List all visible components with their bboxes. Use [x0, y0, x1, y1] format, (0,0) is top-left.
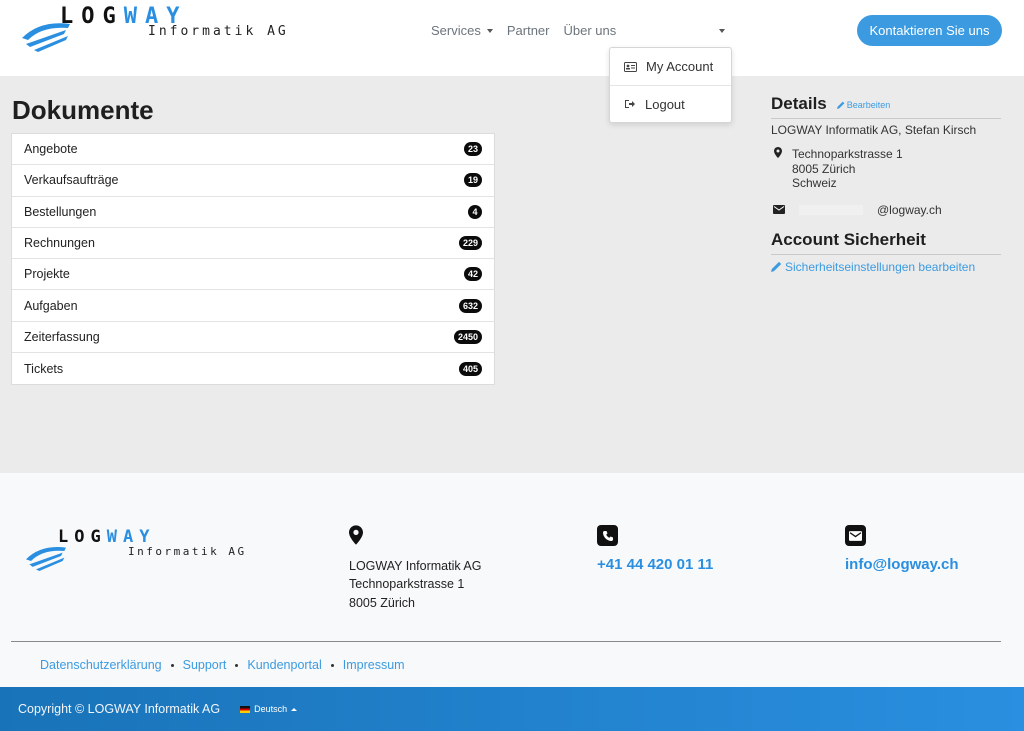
map-marker-icon — [349, 525, 363, 545]
document-label: Aufgaben — [24, 298, 78, 313]
address-block: Technoparkstrasse 1 8005 Zürich Schweiz — [771, 147, 1001, 191]
document-row-aufgaben[interactable]: Aufgaben 632 — [12, 290, 494, 322]
address-line: LOGWAY Informatik AG — [349, 558, 482, 573]
footer-links: Datenschutzerklärung Support Kundenporta… — [40, 658, 405, 672]
document-label: Projekte — [24, 267, 70, 282]
count-badge: 229 — [458, 236, 482, 251]
user-menu-caret-icon[interactable] — [719, 29, 725, 33]
footer-logo[interactable]: LOGWAY Informatik AG — [24, 525, 264, 575]
document-row-projekte[interactable]: Projekte 42 — [12, 259, 494, 291]
edit-details-link[interactable]: Bearbeiten — [836, 100, 891, 110]
count-badge: 42 — [463, 267, 482, 282]
language-selector[interactable]: Deutsch — [240, 704, 298, 714]
email-domain: @logway.ch — [877, 202, 942, 217]
document-label: Verkaufsaufträge — [24, 173, 119, 188]
separator-dot — [235, 663, 239, 667]
link-kundenportal[interactable]: Kundenportal — [247, 658, 321, 672]
document-label: Angebote — [24, 142, 78, 157]
phone-icon — [597, 525, 618, 546]
count-badge: 23 — [463, 142, 482, 157]
details-panel: Details Bearbeiten LOGWAY Informatik AG,… — [771, 94, 1001, 274]
security-settings-link[interactable]: Sicherheitseinstellungen bearbeiten — [771, 260, 1001, 274]
logo-subtitle: Informatik AG — [128, 545, 247, 558]
email-link[interactable]: info@logway.ch — [845, 556, 959, 573]
language-label: Deutsch — [254, 704, 288, 714]
main-nav: Services Partner Über uns — [431, 23, 616, 38]
count-badge: 19 — [463, 173, 482, 188]
count-badge: 4 — [468, 204, 482, 219]
nav-item-ueber-uns[interactable]: Über uns — [564, 23, 617, 38]
address-line: 8005 Zürich — [792, 161, 856, 176]
menu-item-my-account[interactable]: My Account — [610, 48, 731, 85]
details-title: Details — [771, 94, 827, 113]
pencil-icon — [771, 261, 782, 272]
copyright-bar: Copyright © LOGWAY Informatik AG Deutsch — [0, 687, 1024, 731]
user-dropdown-menu: My Account Logout — [609, 47, 732, 123]
envelope-icon — [773, 205, 785, 214]
nav-label: Über uns — [563, 23, 617, 38]
copyright-text: Copyright © LOGWAY Informatik AG — [18, 702, 221, 716]
address-line: Technoparkstrasse 1 — [349, 577, 465, 591]
footer-address: LOGWAY Informatik AG Technoparkstrasse 1… — [349, 525, 481, 612]
site-footer: LOGWAY Informatik AG LOGWAY Informatik A… — [0, 473, 1024, 687]
document-label: Bestellungen — [24, 204, 97, 219]
document-label: Tickets — [24, 361, 64, 376]
document-row-zeiterfassung[interactable]: Zeiterfassung 2450 — [12, 322, 494, 354]
logo-wordmark: LOGWAY — [58, 527, 156, 547]
document-label: Rechnungen — [24, 236, 95, 251]
logo-subtitle: Informatik AG — [148, 24, 289, 39]
german-flag-icon — [240, 705, 251, 713]
document-row-angebote[interactable]: Angebote 23 — [12, 134, 494, 166]
link-datenschutz[interactable]: Datenschutzerklärung — [40, 658, 162, 672]
email-row: @logway.ch — [771, 203, 1001, 217]
contact-button[interactable]: Kontaktieren Sie uns — [857, 15, 1002, 46]
page-title: Dokumente — [12, 95, 154, 125]
redacted-email-user — [799, 204, 863, 215]
address-line: Schweiz — [792, 176, 837, 190]
document-label: Zeiterfassung — [24, 329, 100, 344]
map-marker-icon — [774, 147, 782, 158]
security-link-label: Sicherheitseinstellungen bearbeiten — [785, 259, 976, 274]
count-badge: 632 — [458, 298, 482, 313]
details-header: Details Bearbeiten — [771, 94, 1001, 119]
site-header: LOGWAY Informatik AG Services Partner Üb… — [0, 0, 1024, 76]
link-support[interactable]: Support — [183, 658, 227, 672]
caret-down-icon — [486, 28, 493, 33]
count-badge: 405 — [458, 361, 482, 376]
envelope-icon — [845, 525, 866, 546]
count-badge: 2450 — [453, 329, 482, 344]
footer-email: info@logway.ch — [845, 525, 959, 573]
logway-logo[interactable]: LOGWAY Informatik AG — [20, 4, 300, 56]
nav-label: Partner — [506, 23, 550, 38]
security-title: Account Sicherheit — [771, 230, 1001, 255]
address-line: 8005 Zürich — [349, 595, 416, 610]
document-list: Angebote 23 Verkaufsaufträge 19 Bestellu… — [11, 133, 495, 386]
caret-up-icon — [291, 707, 298, 711]
menu-item-logout[interactable]: Logout — [610, 85, 731, 122]
logout-icon — [625, 100, 635, 108]
footer-phone: +41 44 420 01 11 — [597, 525, 713, 573]
address-line: Technoparkstrasse 1 — [792, 147, 903, 161]
phone-link[interactable]: +41 44 420 01 11 — [597, 556, 713, 573]
separator-dot — [170, 663, 174, 667]
nav-item-partner[interactable]: Partner — [507, 23, 550, 38]
main-content: Dokumente Angebote 23 Verkaufsaufträge 1… — [0, 76, 1024, 473]
id-card-icon — [624, 61, 637, 72]
footer-divider — [11, 641, 1001, 642]
separator-dot — [330, 663, 334, 667]
document-row-rechnungen[interactable]: Rechnungen 229 — [12, 228, 494, 260]
link-impressum[interactable]: Impressum — [343, 658, 405, 672]
document-row-tickets[interactable]: Tickets 405 — [12, 353, 494, 384]
edit-label: Bearbeiten — [846, 100, 891, 110]
document-row-verkaufsauftraege[interactable]: Verkaufsaufträge 19 — [12, 165, 494, 197]
menu-item-label: My Account — [646, 59, 714, 74]
pencil-icon — [836, 101, 845, 109]
company-name: LOGWAY Informatik AG, Stefan Kirsch — [771, 123, 977, 137]
document-row-bestellungen[interactable]: Bestellungen 4 — [12, 197, 494, 228]
nav-label: Services — [431, 23, 481, 38]
nav-item-services[interactable]: Services — [431, 23, 493, 38]
menu-item-label: Logout — [645, 96, 685, 112]
